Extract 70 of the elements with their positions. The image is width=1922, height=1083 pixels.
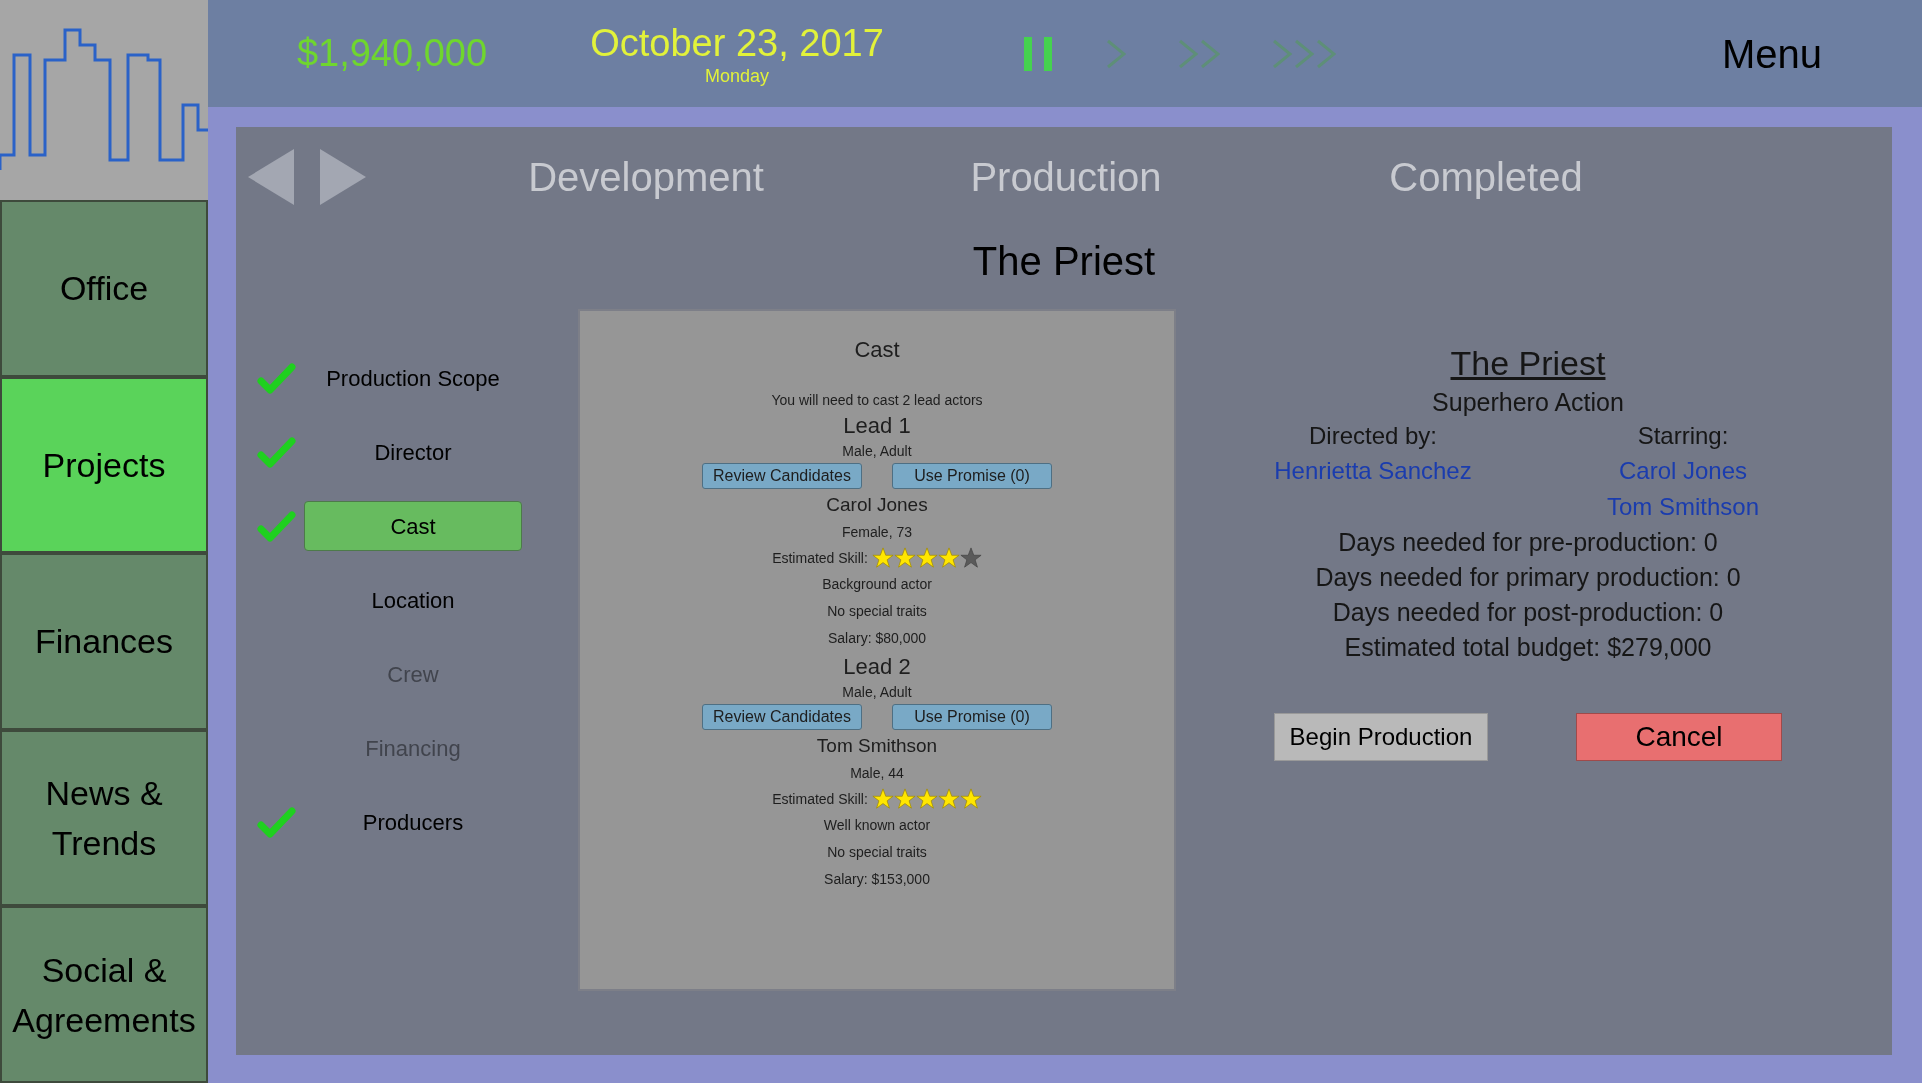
tab[interactable]: Production xyxy=(856,147,1276,207)
actor-details: Male, 44 xyxy=(850,764,904,783)
actor-details: Female, 73 xyxy=(841,523,912,542)
traits-label: No special traits xyxy=(827,602,927,621)
begin-production-button[interactable]: Begin Production xyxy=(1274,713,1488,761)
traits-label: No special traits xyxy=(827,843,927,862)
sidebar-item[interactable]: Finances xyxy=(0,553,208,730)
role-requirement: Male, Adult xyxy=(842,442,912,461)
tab[interactable]: Completed xyxy=(1276,147,1696,207)
cast-note: You will need to cast 2 lead actors xyxy=(771,391,983,410)
step-item[interactable]: Cast xyxy=(304,501,522,551)
project-fact: Days needed for pre-production: 0 xyxy=(1338,527,1718,558)
money-balance: $1,940,000 xyxy=(295,31,489,76)
cancel-button[interactable]: Cancel xyxy=(1576,713,1782,761)
star-icon xyxy=(959,547,982,569)
review-candidates-button[interactable]: Review Candidates xyxy=(702,704,862,730)
use-promise-button[interactable]: Use Promise (0) xyxy=(892,463,1052,489)
pause-icon[interactable] xyxy=(1022,36,1054,71)
star-icon xyxy=(915,788,938,810)
genre-label: Superhero Action xyxy=(1432,387,1624,418)
project-title: The Priest xyxy=(972,238,1156,285)
weekday-label: Monday xyxy=(704,64,769,87)
tab[interactable]: Development xyxy=(436,147,856,207)
step-item[interactable]: Director xyxy=(304,427,522,477)
step-item[interactable]: Location xyxy=(304,575,522,625)
sidebar-item[interactable]: Office xyxy=(0,200,208,377)
project-fact: Estimated total budget: $279,000 xyxy=(1344,632,1712,663)
lead-heading: Lead 1 xyxy=(843,412,911,440)
speed-chevron-icon[interactable] xyxy=(1270,37,1336,70)
lead-heading: Lead 2 xyxy=(843,653,911,681)
speed-chevron-icon[interactable] xyxy=(1104,37,1126,70)
role-requirement: Male, Adult xyxy=(842,683,912,702)
sidebar-item[interactable]: Projects xyxy=(0,376,208,554)
sidebar-item[interactable]: News & Trends xyxy=(0,729,208,907)
back-arrow-icon[interactable] xyxy=(248,149,296,205)
star-icon xyxy=(871,547,894,569)
project-fact: Days needed for primary production: 0 xyxy=(1315,562,1741,593)
forward-arrow-icon[interactable] xyxy=(318,149,366,205)
step-item[interactable]: Production Scope xyxy=(304,353,522,403)
actor-name: Carol Jones xyxy=(826,493,928,517)
skill-label: Estimated Skill: xyxy=(772,548,868,568)
fame-label: Background actor xyxy=(822,575,932,594)
checkmark-icon xyxy=(256,805,296,839)
star-icon xyxy=(915,547,938,569)
sidebar-item[interactable]: Social & Agreements xyxy=(0,906,208,1083)
star-icon xyxy=(937,547,960,569)
review-candidates-button[interactable]: Review Candidates xyxy=(702,463,862,489)
star-icon xyxy=(893,788,916,810)
star-icon xyxy=(893,547,916,569)
checkmark-icon xyxy=(256,435,296,469)
skill-label: Estimated Skill: xyxy=(772,789,868,809)
use-promise-button[interactable]: Use Promise (0) xyxy=(892,704,1052,730)
checkmark-icon xyxy=(256,509,296,543)
date-label: October 23, 2017 xyxy=(590,20,884,65)
salary-label: Salary: $80,000 xyxy=(827,629,927,648)
checkmark-icon xyxy=(256,361,296,395)
star-icon xyxy=(871,788,894,810)
speed-chevron-icon[interactable] xyxy=(1176,37,1220,70)
star-icon xyxy=(959,788,982,810)
salary-label: Salary: $153,000 xyxy=(824,870,930,889)
project-fact: Days needed for post-production: 0 xyxy=(1332,597,1724,628)
menu-button[interactable]: Menu xyxy=(1721,23,1822,84)
fame-label: Well known actor xyxy=(823,816,931,835)
summary-title: The Priest xyxy=(1450,343,1606,384)
directed-by-label: Directed by: xyxy=(1308,421,1438,451)
star-icon xyxy=(937,788,960,810)
starring-label: Starring: xyxy=(1637,421,1729,451)
step-item[interactable]: Producers xyxy=(304,797,522,847)
panel-title: Cast xyxy=(854,336,900,364)
actor-name: Tom Smithson xyxy=(816,734,938,758)
